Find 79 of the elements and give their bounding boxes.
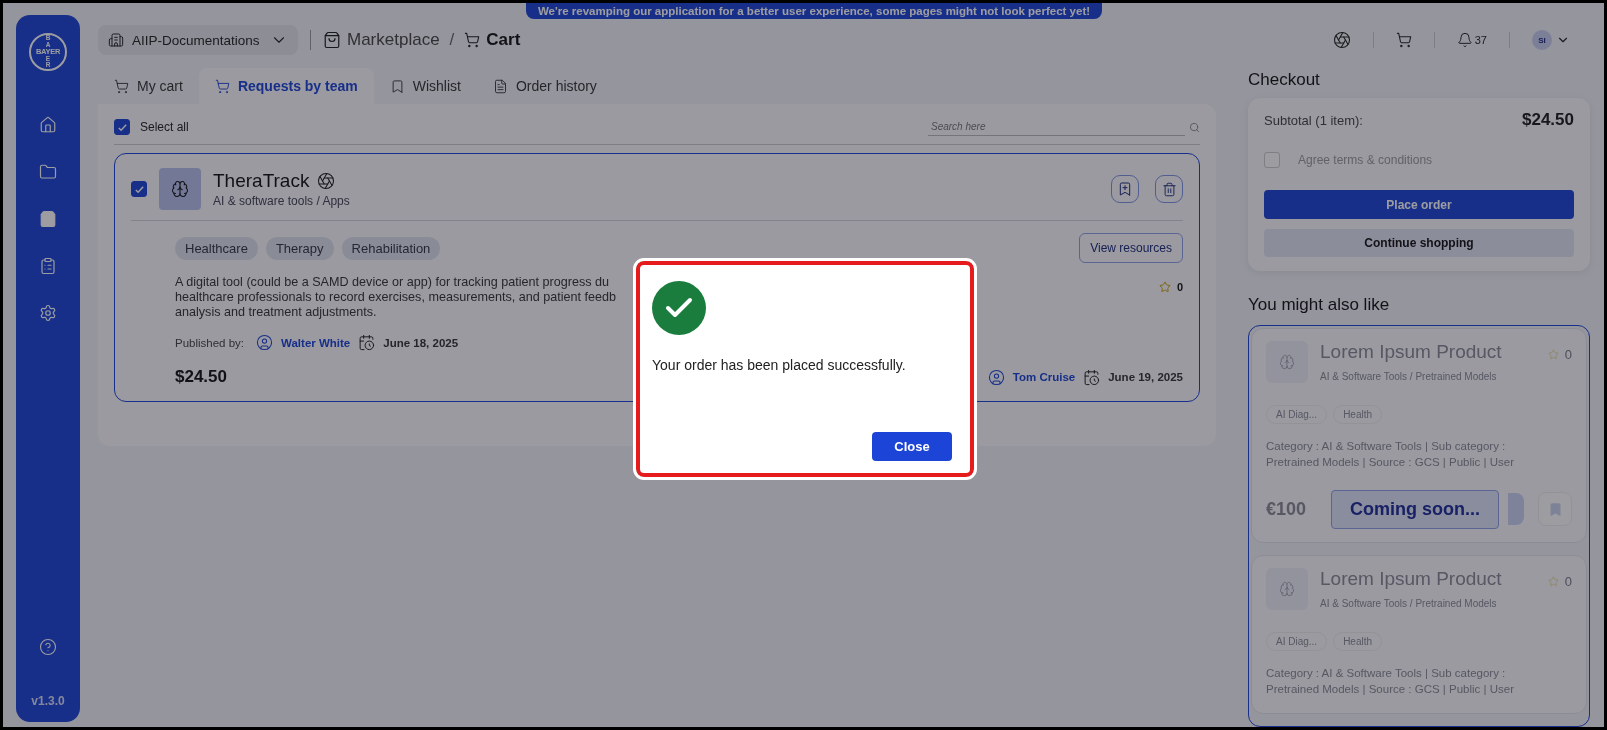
- cart-icon: [464, 32, 481, 48]
- tab[interactable]: Wishlist: [373, 68, 477, 104]
- tag: Therapy: [265, 236, 334, 260]
- notification-count: 37: [1474, 34, 1487, 46]
- rating-count: 0: [1564, 347, 1572, 362]
- tag: Rehabilitation: [341, 236, 441, 260]
- check-icon: [133, 183, 145, 195]
- product-title: Lorem Ipsum Product: [1320, 568, 1502, 590]
- product-price: $24.50: [175, 367, 227, 387]
- star-icon: [1547, 349, 1559, 360]
- search-field[interactable]: Search here: [928, 118, 1185, 136]
- building-icon: [108, 32, 124, 48]
- breadcrumb-separator: /: [449, 30, 455, 50]
- published-label: Published by:: [175, 336, 245, 349]
- bookmark-plus-icon: [1117, 181, 1133, 197]
- user-icon: [256, 334, 274, 351]
- rating-count: 0: [1176, 281, 1183, 293]
- view-resources-button[interactable]: View resources: [1079, 233, 1183, 263]
- delete-button[interactable]: [1155, 175, 1183, 203]
- star-icon: [1158, 281, 1171, 293]
- subtotal-amount: $24.50: [1522, 110, 1574, 130]
- bookmark-icon: [1547, 501, 1563, 517]
- cart-icon: [114, 78, 129, 94]
- user-avatar[interactable]: SI: [1532, 30, 1552, 50]
- version-label: v1.3.0: [31, 694, 65, 708]
- tab[interactable]: Requests by team: [198, 68, 374, 104]
- tab[interactable]: Order history: [476, 68, 613, 104]
- subtotal-label: Subtotal (1 item):: [1264, 112, 1363, 128]
- bookmark-icon: [389, 78, 405, 94]
- search-icon[interactable]: [1189, 121, 1200, 133]
- tag: Healthcare: [175, 236, 258, 260]
- breadcrumb-link[interactable]: Marketplace: [347, 30, 440, 50]
- calendar-icon: [1083, 368, 1101, 386]
- check-icon: [116, 121, 128, 133]
- bag-icon: [323, 31, 341, 49]
- select-all-checkbox[interactable]: [114, 119, 130, 135]
- place-order-button[interactable]: Place order: [1264, 190, 1574, 219]
- brain-icon: [1266, 568, 1308, 610]
- item-checkbox[interactable]: [131, 181, 147, 197]
- terms-label: Agree terms & conditions: [1298, 153, 1433, 167]
- continue-shopping-button[interactable]: Continue shopping: [1264, 229, 1574, 257]
- aperture-icon: [317, 172, 336, 190]
- calendar-icon: [358, 334, 376, 351]
- product-description: Category : AI & Software Tools | Sub category : Pretrained Models | Source : GCS | Public | User: [1266, 439, 1515, 470]
- product-price: €100: [1266, 498, 1307, 520]
- bookmark-add-button[interactable]: [1111, 175, 1139, 203]
- user-icon: [987, 368, 1005, 386]
- checkout-title: Checkout: [1248, 70, 1321, 90]
- terms-checkbox[interactable]: [1264, 152, 1280, 168]
- close-button[interactable]: Close: [872, 432, 952, 461]
- product-title: Lorem Ipsum Product: [1320, 341, 1502, 363]
- trash-icon: [1161, 181, 1177, 197]
- product-title: TheraTrack: [213, 170, 310, 192]
- aperture-icon[interactable]: [1332, 31, 1351, 49]
- select-all-label: Select all: [140, 120, 189, 134]
- brain-icon: [159, 168, 201, 210]
- notice-banner: We're revamping our application for a better user experience, some pages might not look perfect yet!: [525, 3, 1103, 19]
- published-date: June 18, 2025: [383, 336, 459, 349]
- tab[interactable]: My cart: [98, 68, 199, 104]
- success-icon: [652, 281, 706, 335]
- document-icon: [492, 78, 508, 94]
- dialog-message: Your order has been placed successfully.: [652, 357, 907, 373]
- product-category: AI & software tools / Apps: [213, 194, 350, 208]
- bell-icon[interactable]: [1456, 32, 1473, 48]
- publisher-link[interactable]: Walter White: [281, 336, 351, 349]
- coming-soon-label: Coming soon...: [1331, 490, 1499, 529]
- product-description: A digital tool (could be a SAMD device or app) for tracking patient progress du healthcare professionals to record exercises, measurements, and patient feedb analysis and treatment adjustments.: [175, 275, 617, 320]
- cart-icon: [214, 78, 230, 94]
- brain-icon: [1266, 341, 1308, 383]
- product-category: AI & Software Tools / Pretrained Models: [1320, 371, 1498, 382]
- product-description: Category : AI & Software Tools | Sub category : Pretrained Models | Source : GCS | Public | User: [1266, 666, 1515, 697]
- requested-date: June 19, 2025: [1108, 371, 1183, 383]
- cart-icon[interactable]: [1395, 32, 1412, 48]
- product-category: AI & Software Tools / Pretrained Models: [1320, 598, 1498, 609]
- star-icon: [1547, 576, 1559, 587]
- workspace-select[interactable]: AIIP-Documentations: [98, 25, 298, 55]
- recommendations-title: You might also like: [1248, 295, 1391, 315]
- rating-count: 0: [1564, 574, 1572, 589]
- requester-link[interactable]: Tom Cruise: [1012, 371, 1076, 383]
